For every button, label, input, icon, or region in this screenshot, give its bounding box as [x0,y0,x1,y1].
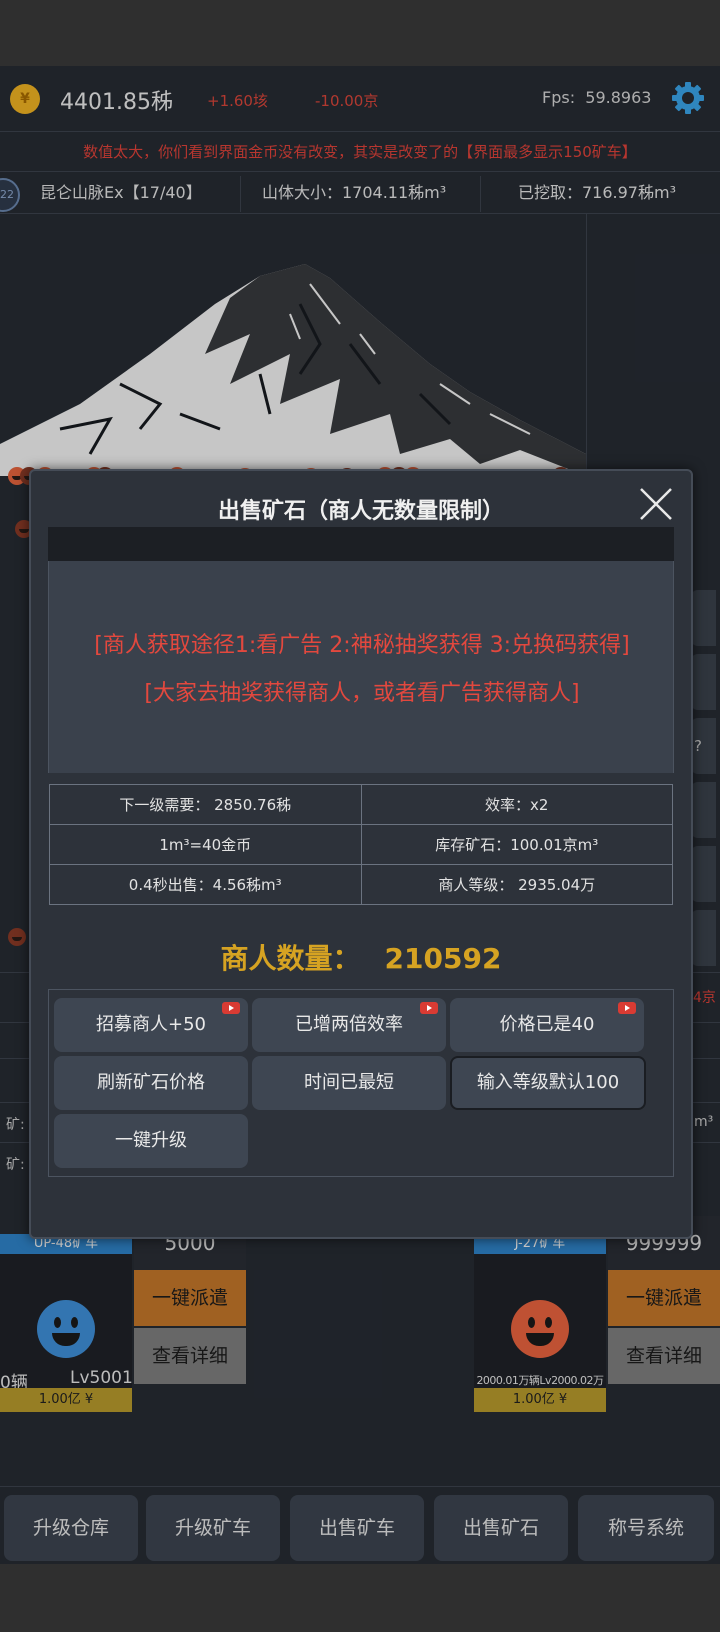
efficiency: 效率：x2 [360,784,673,825]
button-label: 已增两倍效率 [295,1014,403,1035]
close-icon[interactable] [639,487,673,521]
action-panel: 招募商人+50 已增两倍效率 价格已是40 刷新矿石价格 时间已最短 输入等级默… [48,989,674,1177]
video-ad-icon [222,1002,240,1014]
double-efficiency-button[interactable]: 已增两倍效率 [252,998,446,1052]
shortest-time-button[interactable]: 时间已最短 [252,1056,446,1110]
dialog-header-strip [48,527,674,561]
merchant-count: 商人数量： 210592 [31,937,691,977]
stats-table: 下一级需要： 2850.76秭 效率：x2 1m³=40金币 库存矿石：100.… [49,784,673,905]
button-label: 招募商人+50 [96,1014,206,1035]
recruit-merchants-button[interactable]: 招募商人+50 [54,998,248,1052]
price-button[interactable]: 价格已是40 [450,998,644,1052]
table-row: 0.4秒出售：4.56秭m³ 商人等级： 2935.04万 [49,864,673,905]
table-row: 下一级需要： 2850.76秭 效率：x2 [49,784,673,825]
sell-rate: 0.4秒出售：4.56秭m³ [49,864,362,905]
refresh-ore-price-button[interactable]: 刷新矿石价格 [54,1056,248,1110]
dialog-title: 出售矿石（商人无数量限制） [217,499,504,524]
merchant-hint-text: [大家去抽奖获得商人，或者看广告获得商人] [144,681,580,706]
input-level-button[interactable]: 输入等级默认100 [450,1056,646,1110]
merchant-count-value: 210592 [384,942,502,975]
ore-stock: 库存矿石：100.01京m³ [360,824,673,865]
video-ad-icon [420,1002,438,1014]
table-row: 1m³=40金币 库存矿石：100.01京m³ [49,824,673,865]
next-level-cost: 下一级需要： 2850.76秭 [49,784,362,825]
sell-ore-dialog: 出售矿石（商人无数量限制） [商人获取途径1:看广告 2:神秘抽奖获得 3:兑换… [29,469,693,1239]
video-ad-icon [618,1002,636,1014]
merchant-level: 商人等级： 2935.04万 [360,864,673,905]
merchant-count-label: 商人数量： [220,942,361,975]
one-click-upgrade-button[interactable]: 一键升级 [54,1114,248,1168]
button-label: 价格已是40 [499,1014,595,1035]
merchant-info-box: [商人获取途径1:看广告 2:神秘抽奖获得 3:兑换码获得] [大家去抽奖获得商… [48,561,674,773]
ore-price: 1m³=40金币 [49,824,362,865]
merchant-source-text: [商人获取途径1:看广告 2:神秘抽奖获得 3:兑换码获得] [94,633,630,658]
